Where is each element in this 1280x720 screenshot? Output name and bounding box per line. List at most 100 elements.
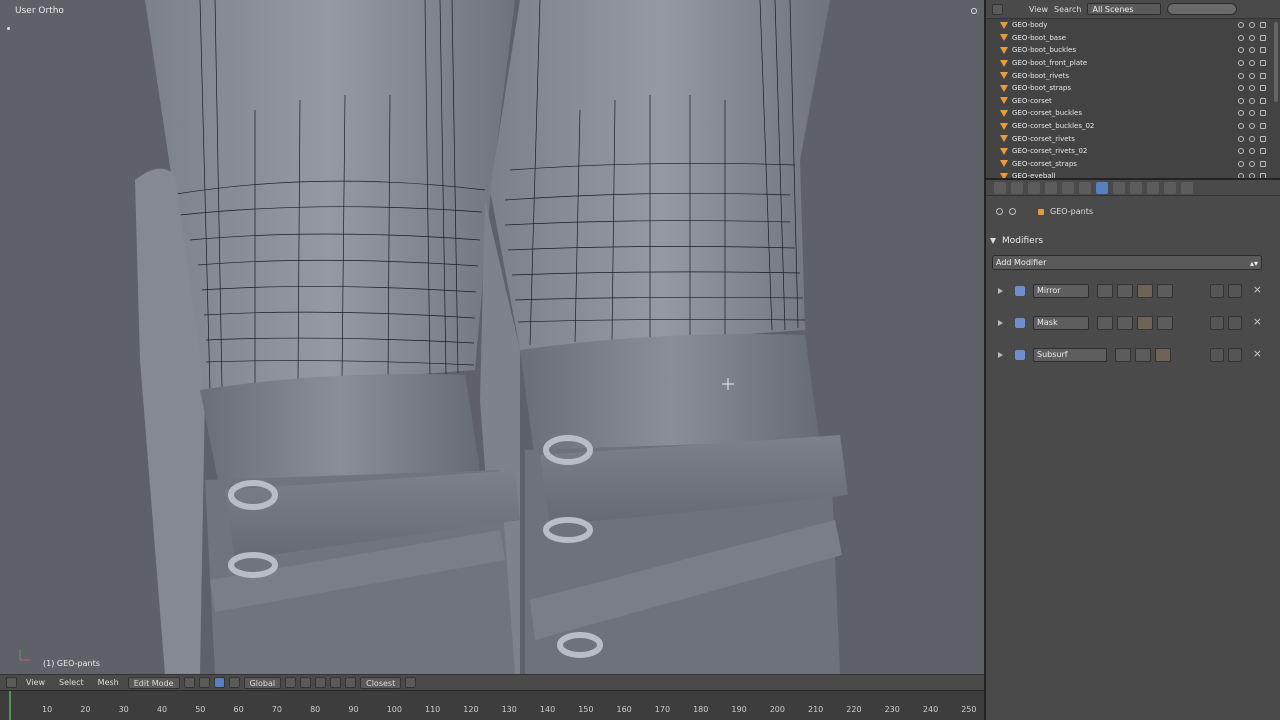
outliner-item[interactable]: GEO-boot_buckles bbox=[1000, 44, 1280, 57]
menu-select[interactable]: Select bbox=[54, 677, 89, 689]
manipulator-rotate-icon[interactable] bbox=[228, 677, 240, 688]
cage-toggle-icon[interactable] bbox=[1157, 284, 1173, 298]
editmode-toggle-icon[interactable] bbox=[1155, 348, 1171, 362]
outliner-editor-icon[interactable] bbox=[992, 3, 1003, 15]
tab-render-icon[interactable] bbox=[994, 181, 1006, 194]
tab-texture-icon[interactable] bbox=[1147, 181, 1159, 194]
vertex-select-icon[interactable] bbox=[285, 677, 297, 688]
mode-dropdown[interactable]: Edit Mode bbox=[127, 676, 180, 689]
cage-toggle-icon[interactable] bbox=[1157, 316, 1173, 330]
pivot-icon[interactable] bbox=[198, 677, 210, 688]
outliner-item[interactable]: GEO-corset_buckles bbox=[1000, 107, 1280, 120]
visibility-eye-icon[interactable] bbox=[1238, 47, 1244, 54]
selectability-arrow-icon[interactable] bbox=[1249, 60, 1255, 67]
viewport-visibility-icon[interactable] bbox=[1135, 348, 1151, 362]
tab-data-icon[interactable] bbox=[1113, 181, 1125, 194]
render-preview-icon[interactable] bbox=[405, 677, 417, 688]
move-down-icon[interactable] bbox=[1228, 348, 1242, 362]
modifier-name-field[interactable]: Mirror bbox=[1033, 284, 1089, 298]
outliner-item[interactable]: GEO-corset_rivets_02 bbox=[1000, 145, 1280, 158]
selectability-arrow-icon[interactable] bbox=[1249, 22, 1255, 29]
editmode-toggle-icon[interactable] bbox=[1137, 316, 1153, 330]
outliner-item[interactable]: GEO-boot_rivets bbox=[1000, 69, 1280, 82]
expand-triangle-icon[interactable] bbox=[998, 352, 1003, 358]
move-up-icon[interactable] bbox=[1210, 316, 1224, 330]
outliner-menu-search[interactable]: Search bbox=[1054, 5, 1081, 14]
outliner-item[interactable]: GEO-body bbox=[1000, 19, 1280, 32]
tab-modifiers-icon[interactable] bbox=[1096, 181, 1108, 194]
menu-mesh[interactable]: Mesh bbox=[93, 677, 124, 689]
viewport-corner-widget[interactable] bbox=[7, 27, 10, 30]
render-camera-icon[interactable] bbox=[1260, 97, 1266, 104]
outliner-item[interactable]: GEO-corset bbox=[1000, 95, 1280, 108]
outliner-item[interactable]: GEO-eyeball bbox=[1000, 170, 1280, 178]
outliner-item[interactable]: GEO-boot_front_plate bbox=[1000, 57, 1280, 70]
tab-scene-icon[interactable] bbox=[1028, 181, 1040, 194]
visibility-eye-icon[interactable] bbox=[1238, 110, 1244, 117]
move-up-icon[interactable] bbox=[1210, 348, 1224, 362]
outliner-item[interactable]: GEO-boot_straps bbox=[1000, 82, 1280, 95]
tab-particles-icon[interactable] bbox=[1164, 181, 1176, 194]
tab-object-icon[interactable] bbox=[1062, 181, 1074, 194]
tab-layers-icon[interactable] bbox=[1011, 181, 1023, 194]
selectability-arrow-icon[interactable] bbox=[1249, 34, 1255, 41]
render-toggle-icon[interactable] bbox=[1115, 348, 1131, 362]
remove-modifier-icon[interactable]: × bbox=[1253, 316, 1262, 328]
manipulator-translate-icon[interactable] bbox=[213, 677, 225, 688]
viewport-visibility-icon[interactable] bbox=[1117, 316, 1133, 330]
expand-triangle-icon[interactable] bbox=[998, 320, 1003, 326]
render-toggle-icon[interactable] bbox=[1097, 316, 1113, 330]
selectability-arrow-icon[interactable] bbox=[1249, 110, 1255, 117]
visibility-eye-icon[interactable] bbox=[1238, 34, 1244, 41]
expand-triangle-icon[interactable] bbox=[998, 288, 1003, 294]
selectability-arrow-icon[interactable] bbox=[1249, 85, 1255, 92]
remove-modifier-icon[interactable]: × bbox=[1253, 348, 1262, 360]
viewport-visibility-icon[interactable] bbox=[1117, 284, 1133, 298]
visibility-eye-icon[interactable] bbox=[1238, 22, 1244, 29]
visibility-eye-icon[interactable] bbox=[1238, 85, 1244, 92]
current-frame-indicator[interactable] bbox=[9, 691, 11, 720]
move-down-icon[interactable] bbox=[1228, 316, 1242, 330]
selectability-arrow-icon[interactable] bbox=[1249, 148, 1255, 155]
edge-select-icon[interactable] bbox=[300, 677, 312, 688]
visibility-eye-icon[interactable] bbox=[1238, 135, 1244, 142]
modifier-name-field[interactable]: Mask bbox=[1033, 316, 1089, 330]
render-camera-icon[interactable] bbox=[1260, 135, 1266, 142]
selectability-arrow-icon[interactable] bbox=[1249, 123, 1255, 130]
snap-target-dropdown[interactable]: Closest bbox=[360, 676, 402, 689]
proportional-edit-icon[interactable] bbox=[330, 677, 342, 688]
visibility-eye-icon[interactable] bbox=[1238, 97, 1244, 104]
tab-material-icon[interactable] bbox=[1130, 181, 1142, 194]
menu-view[interactable]: View bbox=[21, 677, 50, 689]
outliner-menu-view[interactable]: View bbox=[1029, 5, 1048, 14]
outliner-item[interactable]: GEO-corset_straps bbox=[1000, 158, 1280, 171]
remove-modifier-icon[interactable]: × bbox=[1253, 284, 1262, 296]
scene-filter-dropdown[interactable]: All Scenes bbox=[1087, 3, 1162, 15]
render-camera-icon[interactable] bbox=[1260, 110, 1266, 117]
tab-world-icon[interactable] bbox=[1045, 181, 1057, 194]
render-camera-icon[interactable] bbox=[1260, 148, 1266, 155]
outliner-item[interactable]: GEO-corset_rivets bbox=[1000, 132, 1280, 145]
modifiers-panel-header[interactable]: Modifiers bbox=[990, 234, 1274, 248]
orientation-dropdown[interactable]: Global bbox=[243, 676, 282, 689]
visibility-eye-icon[interactable] bbox=[1238, 60, 1244, 67]
visibility-eye-icon[interactable] bbox=[1238, 72, 1244, 79]
shading-icon[interactable] bbox=[183, 677, 195, 688]
collapse-triangle-icon[interactable] bbox=[990, 238, 996, 244]
render-camera-icon[interactable] bbox=[1260, 34, 1266, 41]
selectability-arrow-icon[interactable] bbox=[1249, 160, 1255, 167]
timeline[interactable]: 10 20 30 40 50 60 70 80 90 100 110 120 130 140 150 160 1… bbox=[0, 690, 984, 720]
selectability-arrow-icon[interactable] bbox=[1249, 97, 1255, 104]
editmode-toggle-icon[interactable] bbox=[1137, 284, 1153, 298]
editor-type-icon[interactable] bbox=[6, 677, 17, 688]
render-camera-icon[interactable] bbox=[1260, 85, 1266, 92]
move-down-icon[interactable] bbox=[1228, 284, 1242, 298]
viewport-split-widget[interactable] bbox=[971, 8, 977, 14]
render-camera-icon[interactable] bbox=[1260, 60, 1266, 67]
tab-physics-icon[interactable] bbox=[1181, 181, 1193, 194]
3d-viewport[interactable]: User Ortho (1) GEO-pants bbox=[0, 0, 984, 674]
pin-icon[interactable] bbox=[996, 208, 1003, 215]
move-up-icon[interactable] bbox=[1210, 284, 1224, 298]
outliner-item[interactable]: GEO-boot_base bbox=[1000, 32, 1280, 45]
outliner-scrollbar[interactable] bbox=[1274, 22, 1278, 102]
